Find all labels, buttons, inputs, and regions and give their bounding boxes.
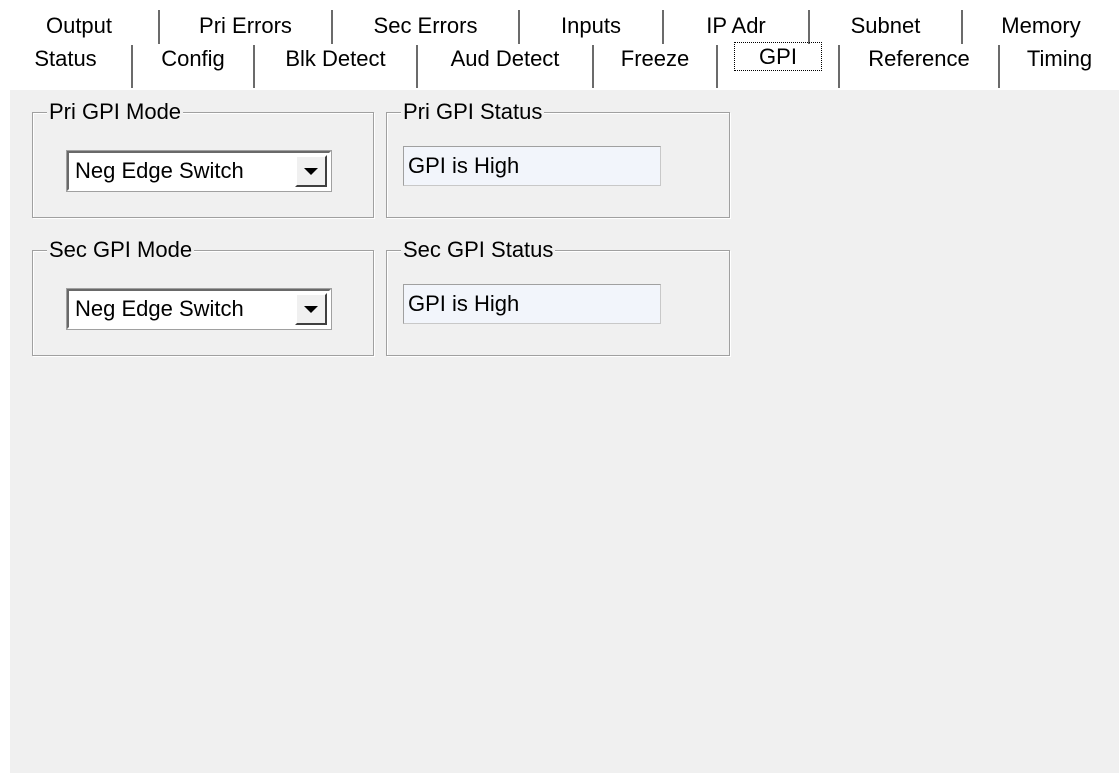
tab-label: Pri Errors [199,13,292,38]
tab-reference[interactable]: Reference [840,45,1000,89]
sec-gpi-mode-value: Neg Edge Switch [75,296,244,321]
chevron-down-icon [304,305,318,313]
tab-ip-adr[interactable]: IP Adr [664,10,810,44]
tab-sec-errors[interactable]: Sec Errors [333,10,520,44]
tab-output[interactable]: Output [0,10,160,44]
tab-label: Inputs [561,13,621,38]
tab-label: Memory [1001,13,1081,38]
tab-label: Status [34,46,97,71]
tab-label: Output [45,13,113,38]
tab-label: Reference [868,46,970,71]
sec-gpi-status-value: GPI is High [408,291,520,316]
sec-gpi-mode-group: Sec GPI Mode Neg Edge Switch [32,237,374,356]
tab-label: Freeze [620,46,690,71]
sec-gpi-status-group: Sec GPI Status GPI is High [386,237,730,356]
tab-memory[interactable]: Memory [963,10,1119,44]
pri-gpi-status-group: Pri GPI Status GPI is High [386,99,730,218]
tab-label: GPI [734,41,822,71]
tab-pri-errors[interactable]: Pri Errors [160,10,333,44]
sec-gpi-mode-select[interactable]: Neg Edge Switch [66,288,332,330]
gpi-tab-page: Pri GPI Mode Neg Edge Switch Pri GPI Sta… [8,88,1119,773]
tab-inputs[interactable]: Inputs [520,10,664,44]
tab-label: Blk Detect [285,46,386,71]
tab-freeze[interactable]: Freeze [594,45,718,89]
pri-gpi-mode-group: Pri GPI Mode Neg Edge Switch [32,99,374,218]
tab-row-front: Status Config Blk Detect Aud Detect Free… [0,41,1119,89]
tab-row-back: Output Pri Errors Sec Errors Inputs IP A… [0,10,1119,44]
pri-gpi-mode-select[interactable]: Neg Edge Switch [66,150,332,192]
tab-label: IP Adr [706,13,766,38]
chevron-down-icon [304,167,318,175]
tab-subnet[interactable]: Subnet [810,10,963,44]
tab-label: Sec Errors [373,13,478,38]
tab-config[interactable]: Config [133,45,255,89]
tab-label: Aud Detect [450,46,560,71]
tab-label: Timing [1026,46,1093,71]
pri-gpi-mode-dropdown-button[interactable] [295,155,327,187]
tab-label: Subnet [850,13,921,38]
tab-timing[interactable]: Timing [1000,45,1119,89]
tab-gpi[interactable]: GPI [718,41,840,89]
pri-gpi-mode-value: Neg Edge Switch [75,158,244,183]
pri-gpi-status-value: GPI is High [408,153,520,178]
tab-aud-detect[interactable]: Aud Detect [418,45,594,89]
sec-gpi-mode-dropdown-button[interactable] [295,293,327,325]
tab-blk-detect[interactable]: Blk Detect [255,45,418,89]
sec-gpi-status-field: GPI is High [403,284,661,324]
tab-status[interactable]: Status [0,45,133,89]
pri-gpi-status-field: GPI is High [403,146,661,186]
sec-gpi-status-legend: Sec GPI Status [401,237,556,263]
tab-label: Config [161,46,225,71]
pri-gpi-mode-legend: Pri GPI Mode [47,99,184,125]
pri-gpi-status-legend: Pri GPI Status [401,99,545,125]
sec-gpi-mode-legend: Sec GPI Mode [47,237,195,263]
